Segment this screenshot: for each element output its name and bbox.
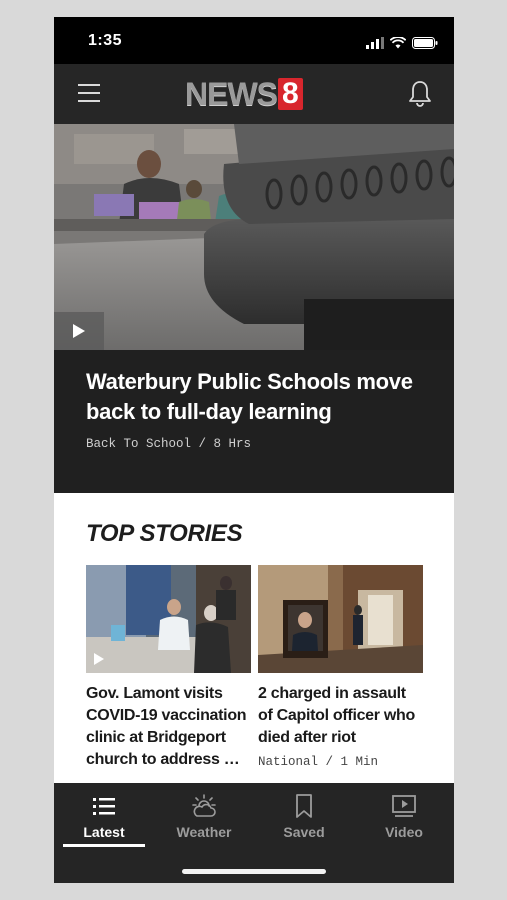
hero-meta: Back To School / 8 Hrs: [86, 437, 252, 451]
bell-icon: [409, 81, 431, 107]
story-photo-capitol-memorial: [258, 565, 423, 673]
logo-number: 8: [278, 78, 303, 110]
app-header: NEWS 8: [54, 64, 454, 124]
status-icons: [366, 35, 438, 49]
hero-image[interactable]: [54, 124, 454, 350]
notifications-button[interactable]: [408, 80, 432, 108]
bookmark-icon: [296, 794, 312, 818]
hero-photo-classroom: [54, 124, 454, 350]
tab-label: Latest: [83, 824, 125, 840]
menu-button[interactable]: [78, 84, 100, 102]
story-card[interactable]: Gov. Lamont visits COVID-19 vaccination …: [86, 565, 251, 771]
battery-icon: [412, 37, 438, 49]
hero-story: Waterbury Public Schools move back to fu…: [86, 367, 426, 451]
phone-screen: 1:35 NEWS 8 Waterbury Public Schools mov…: [54, 17, 454, 883]
video-icon: [392, 795, 416, 817]
story-meta: National / 1 Min: [258, 755, 379, 769]
tab-label: Weather: [176, 824, 232, 840]
news8-logo[interactable]: NEWS 8: [185, 78, 303, 110]
wifi-icon: [390, 37, 406, 49]
tab-label: Video: [385, 824, 423, 840]
logo-text: NEWS: [185, 76, 278, 112]
hamburger-line: [78, 84, 100, 86]
status-bar: 1:35: [54, 17, 454, 64]
tab-latest[interactable]: Latest: [54, 783, 154, 851]
tab-video[interactable]: Video: [354, 783, 454, 851]
story-thumbnail: [258, 565, 423, 673]
list-icon: [93, 798, 115, 815]
section-heading: TOP STORIES: [86, 520, 243, 547]
story-title: 2 charged in assault of Capitol officer …: [258, 685, 415, 746]
story-title: Gov. Lamont visits COVID-19 vaccination …: [86, 685, 247, 768]
hamburger-line: [78, 100, 100, 102]
status-time: 1:35: [88, 32, 123, 49]
video-indicator-icon: [94, 653, 104, 665]
active-tab-indicator: [63, 844, 145, 847]
tab-label: Saved: [283, 824, 325, 840]
top-stories-section: TOP STORIES Gov. Lamont visits COVID-19 …: [54, 493, 454, 783]
hamburger-line: [78, 92, 100, 94]
story-card[interactable]: 2 charged in assault of Capitol officer …: [258, 565, 423, 769]
weather-icon: [192, 794, 216, 817]
tab-saved[interactable]: Saved: [254, 783, 354, 851]
tab-weather[interactable]: Weather: [154, 783, 254, 851]
story-photo-vaccination-clinic: [86, 565, 251, 673]
story-thumbnail: [86, 565, 251, 673]
hero-play-button[interactable]: [54, 312, 104, 350]
signal-icon: [366, 37, 384, 49]
bottom-tab-bar: Latest Weather Saved Video: [54, 783, 454, 883]
play-icon: [73, 324, 85, 338]
home-indicator[interactable]: [182, 869, 326, 874]
hero-headline[interactable]: Waterbury Public Schools move back to fu…: [86, 367, 426, 427]
